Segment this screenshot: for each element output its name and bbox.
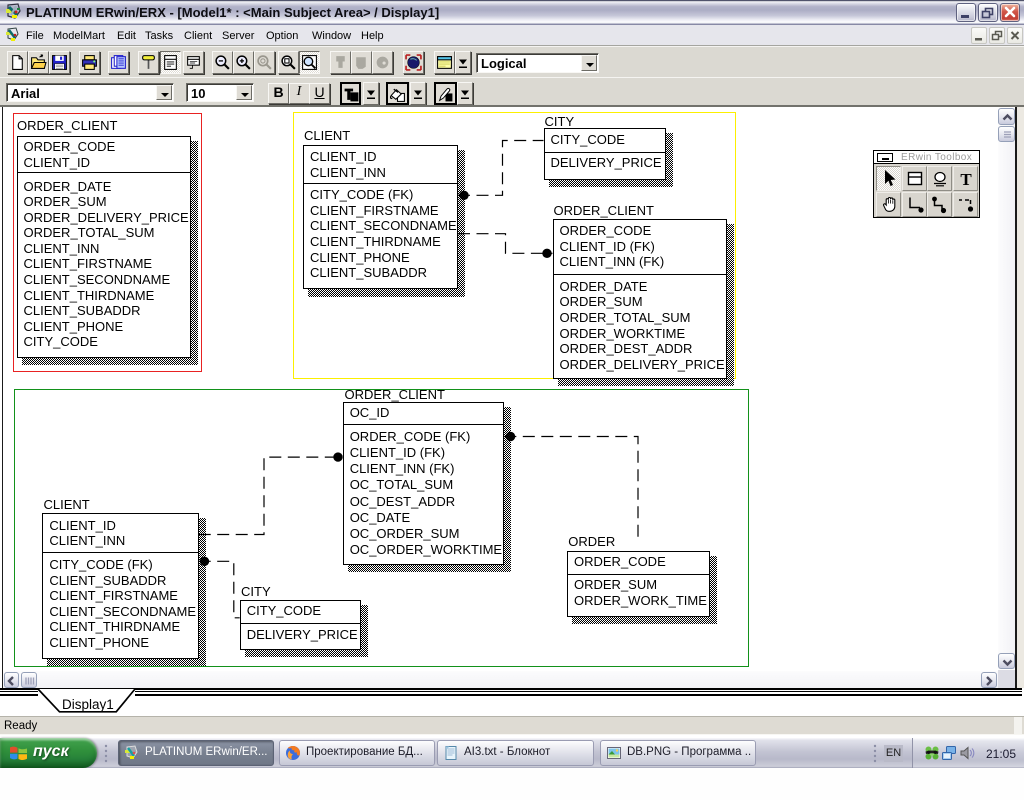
svg-text:T: T: [960, 170, 972, 189]
